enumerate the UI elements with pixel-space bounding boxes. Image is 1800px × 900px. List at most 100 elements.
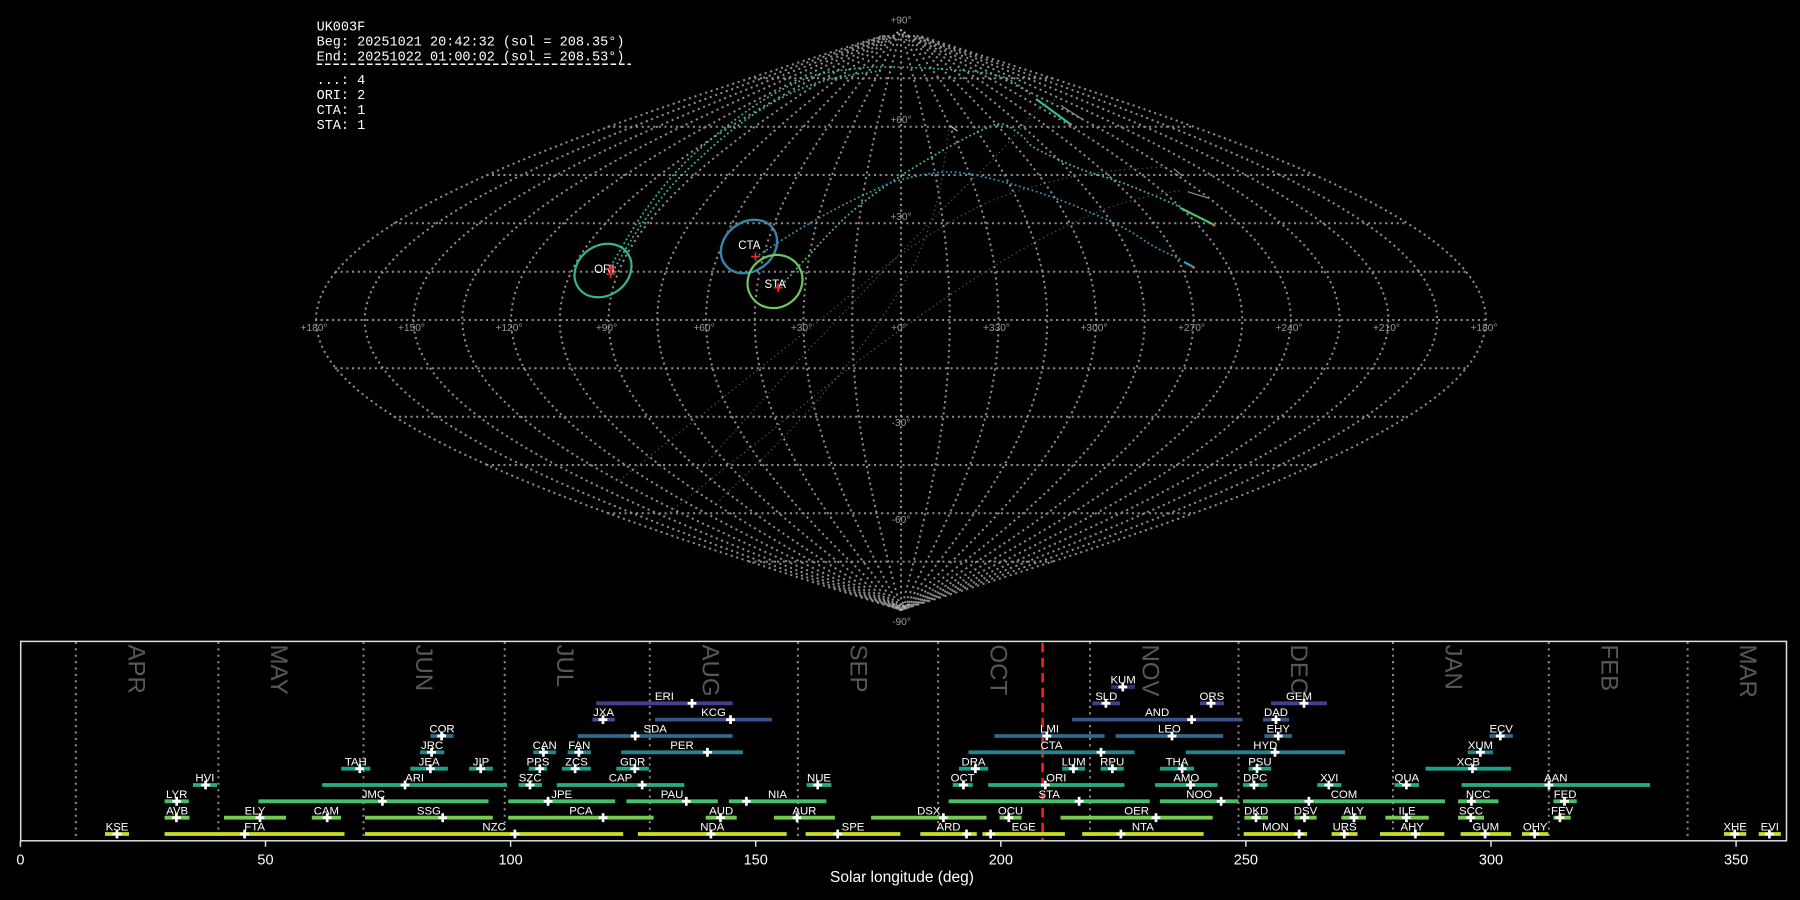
svg-text:+270°: +270°: [1178, 323, 1205, 334]
svg-text:SPE: SPE: [842, 822, 865, 834]
svg-text:SDA: SDA: [643, 724, 667, 736]
svg-text:ORI: 2: ORI: 2: [317, 89, 366, 104]
svg-text:AUG: AUG: [696, 645, 723, 697]
svg-text:SZC: SZC: [519, 773, 542, 785]
svg-text:NOV: NOV: [1137, 645, 1164, 697]
svg-text:AUR: AUR: [792, 805, 816, 817]
svg-text:OER: OER: [1124, 805, 1149, 817]
svg-text:CTA: 1: CTA: 1: [317, 104, 366, 119]
svg-text:+60°: +60°: [890, 115, 911, 126]
svg-text:JPE: JPE: [551, 789, 572, 801]
svg-text:MAR: MAR: [1734, 645, 1761, 698]
svg-text:FTA: FTA: [244, 822, 265, 834]
svg-text:ILE: ILE: [1399, 805, 1416, 817]
svg-text:FAN: FAN: [568, 740, 590, 752]
svg-text:SCC: SCC: [1459, 805, 1483, 817]
svg-text:STA: STA: [764, 279, 786, 291]
svg-text:AMO: AMO: [1173, 773, 1199, 785]
svg-text:OHY: OHY: [1523, 822, 1548, 834]
svg-text:QUA: QUA: [1394, 773, 1419, 785]
svg-text:PAU: PAU: [661, 789, 684, 801]
svg-text:EGE: EGE: [1012, 822, 1036, 834]
svg-text:+120°: +120°: [495, 323, 522, 334]
svg-text:JXA: JXA: [593, 707, 614, 719]
svg-text:-90°: -90°: [892, 617, 911, 628]
svg-text:FEB: FEB: [1595, 645, 1622, 692]
svg-text:MAY: MAY: [265, 645, 292, 695]
svg-text:CAM: CAM: [314, 805, 339, 817]
svg-text:JIP: JIP: [473, 756, 489, 768]
svg-text:NZC: NZC: [482, 822, 505, 834]
svg-text:JUL: JUL: [551, 645, 578, 688]
svg-text:ARD: ARD: [936, 822, 960, 834]
svg-text:MON: MON: [1262, 822, 1289, 834]
svg-text:NUE: NUE: [807, 773, 831, 785]
svg-text:-30°: -30°: [892, 418, 911, 429]
svg-text:PSU: PSU: [1248, 756, 1271, 768]
svg-text:TAH: TAH: [345, 756, 367, 768]
svg-text:XCB: XCB: [1457, 756, 1480, 768]
svg-text:SLD: SLD: [1095, 691, 1117, 703]
svg-text:+240°: +240°: [1275, 323, 1302, 334]
svg-text:OCT: OCT: [951, 773, 975, 785]
svg-text:FED: FED: [1554, 789, 1577, 801]
svg-text:-60°: -60°: [892, 515, 911, 526]
svg-text:GDR: GDR: [620, 756, 645, 768]
svg-text:LMI: LMI: [1040, 724, 1059, 736]
svg-text:ORI: ORI: [1046, 773, 1066, 785]
svg-text:UK003F: UK003F: [317, 21, 366, 36]
svg-text:ECV: ECV: [1489, 724, 1513, 736]
svg-text:200: 200: [989, 853, 1013, 869]
svg-text:350: 350: [1724, 853, 1748, 869]
svg-text:JRC: JRC: [421, 740, 443, 752]
svg-text:CAP: CAP: [609, 773, 632, 785]
svg-text:+30°: +30°: [890, 212, 911, 223]
svg-text:AAN: AAN: [1544, 773, 1567, 785]
svg-text:JMC: JMC: [362, 789, 385, 801]
svg-text:+180°: +180°: [300, 323, 327, 334]
svg-text:CTA: CTA: [1041, 740, 1063, 752]
svg-text:+90°: +90°: [596, 323, 617, 334]
svg-text:PCA: PCA: [569, 805, 593, 817]
svg-text:ORS: ORS: [1200, 691, 1225, 703]
svg-text:+0°: +0°: [891, 323, 907, 334]
svg-text:+30°: +30°: [791, 323, 812, 334]
svg-text:FEV: FEV: [1551, 805, 1574, 817]
svg-text:0: 0: [16, 853, 24, 869]
svg-text:+180°: +180°: [1470, 323, 1497, 334]
svg-text:THA: THA: [1166, 756, 1189, 768]
svg-text:XHE: XHE: [1723, 822, 1747, 834]
svg-text:SSG: SSG: [417, 805, 441, 817]
svg-text:DSV: DSV: [1294, 805, 1318, 817]
svg-text:HVI: HVI: [195, 773, 214, 785]
svg-text:AHY: AHY: [1400, 822, 1424, 834]
svg-text:JUN: JUN: [410, 645, 437, 692]
svg-text:KUM: KUM: [1110, 675, 1135, 687]
svg-text:NCC: NCC: [1466, 789, 1491, 801]
svg-text:ELY: ELY: [245, 805, 266, 817]
svg-text:Solar longitude (deg): Solar longitude (deg): [830, 869, 974, 886]
svg-text:LEO: LEO: [1158, 724, 1181, 736]
svg-text:GEM: GEM: [1286, 691, 1312, 703]
svg-text:50: 50: [257, 853, 273, 869]
svg-text:NOO: NOO: [1186, 789, 1212, 801]
svg-text:DKD: DKD: [1244, 805, 1268, 817]
svg-text:Beg: 20251021 20:42:32 (sol =: Beg: 20251021 20:42:32 (sol = 208.35°): [317, 36, 625, 51]
svg-text:COM: COM: [1331, 789, 1358, 801]
svg-text:XUM: XUM: [1468, 740, 1493, 752]
svg-text:AND: AND: [1145, 707, 1169, 719]
svg-text:+300°: +300°: [1080, 323, 1107, 334]
svg-text:...: 4: ...: 4: [317, 74, 366, 89]
svg-text:150: 150: [744, 853, 768, 869]
svg-text:OCU: OCU: [998, 805, 1023, 817]
svg-text:AVB: AVB: [166, 805, 188, 817]
svg-text:+150°: +150°: [398, 323, 425, 334]
svg-text:300: 300: [1479, 853, 1503, 869]
svg-text:XVI: XVI: [1320, 773, 1338, 785]
svg-text:URS: URS: [1333, 822, 1357, 834]
svg-text:APR: APR: [122, 645, 149, 694]
svg-text:AUD: AUD: [709, 805, 733, 817]
svg-text:STA: STA: [1039, 789, 1061, 801]
svg-text:100: 100: [498, 853, 522, 869]
svg-text:LYR: LYR: [166, 789, 187, 801]
